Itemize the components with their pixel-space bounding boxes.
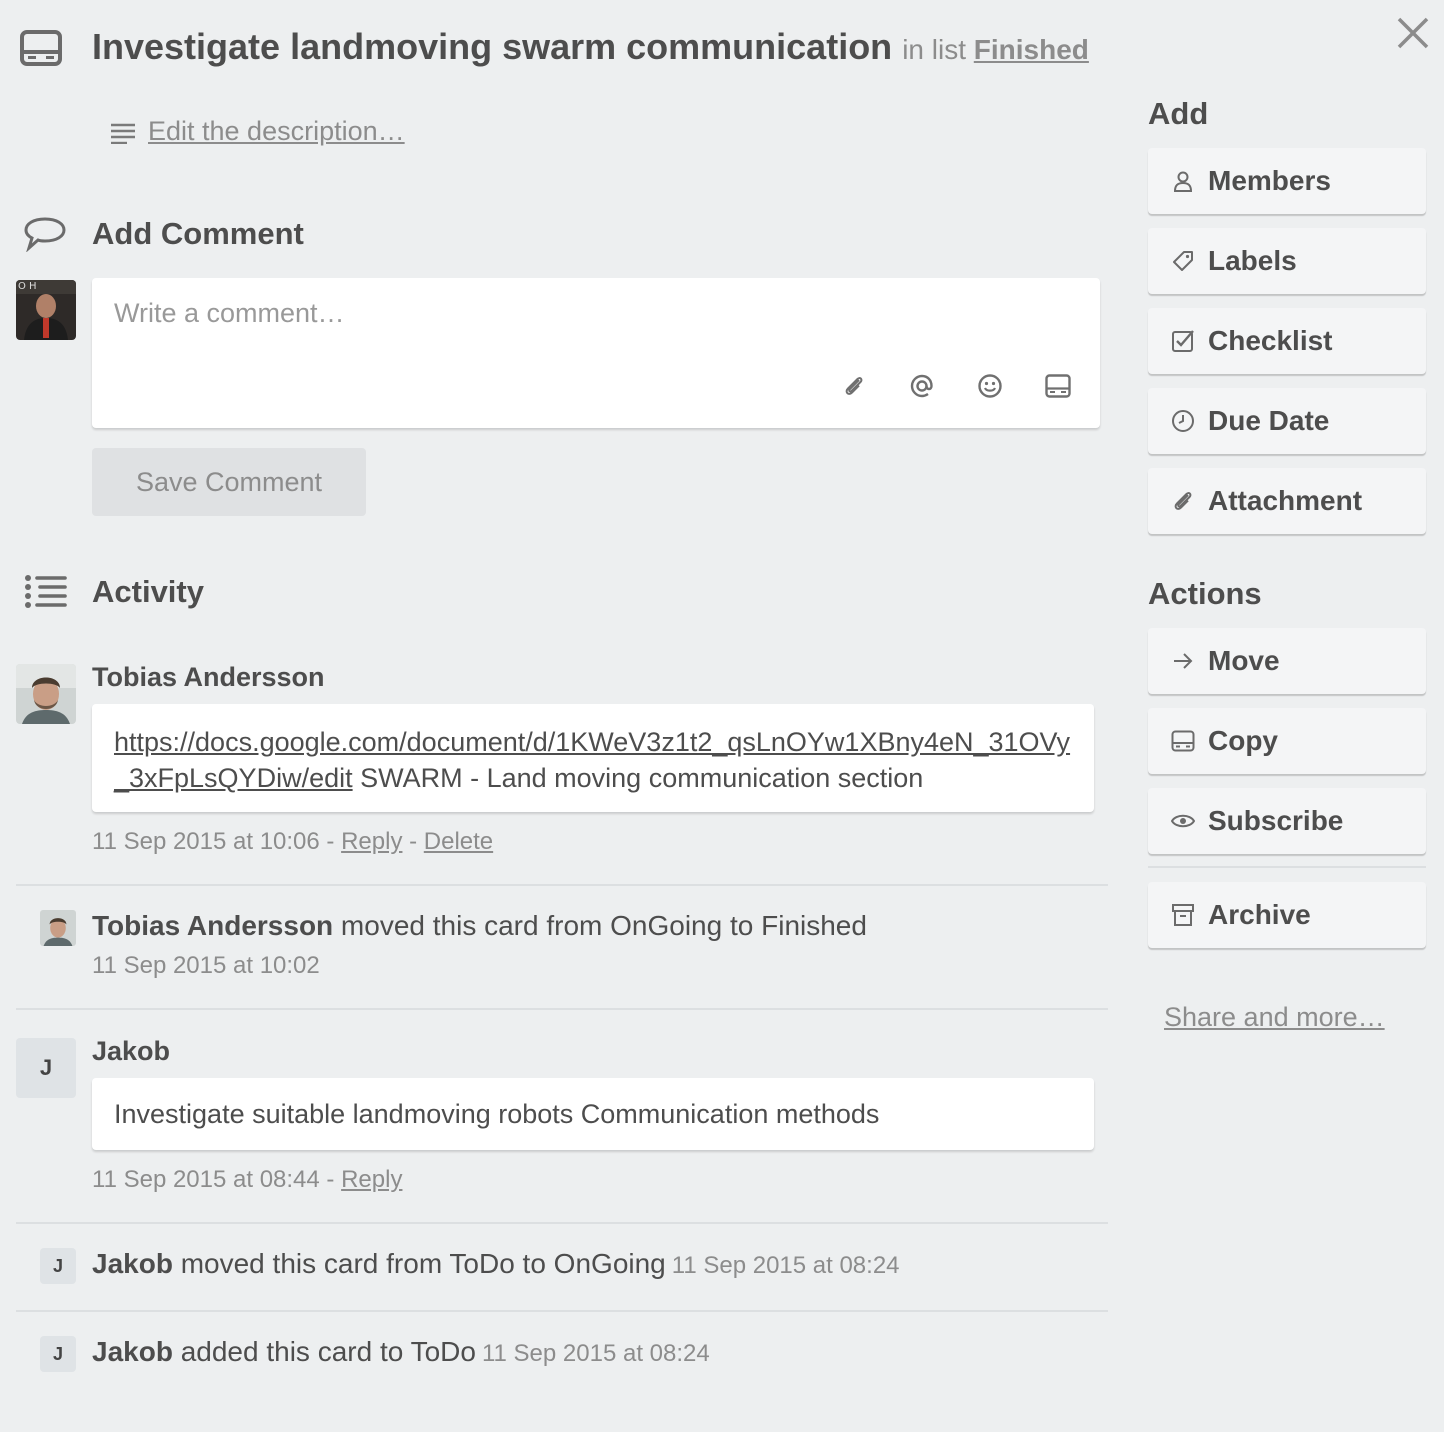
eye-icon bbox=[1170, 808, 1196, 834]
paperclip-icon[interactable] bbox=[842, 374, 866, 398]
move-button[interactable]: Move bbox=[1148, 628, 1426, 694]
comment-author[interactable]: Jakob bbox=[92, 1036, 170, 1067]
avatar-initial[interactable]: J bbox=[40, 1336, 76, 1372]
labels-button[interactable]: Labels bbox=[1148, 228, 1426, 294]
comment-icon bbox=[24, 216, 66, 252]
archive-icon bbox=[1170, 902, 1196, 928]
checkbox-icon bbox=[1170, 328, 1196, 354]
comment-text: SWARM - Land moving communication sectio… bbox=[352, 763, 924, 793]
activity-text: moved this card from ToDo to OnGoing bbox=[172, 1248, 666, 1279]
comment-input[interactable]: Write a comment… bbox=[114, 298, 345, 329]
divider bbox=[16, 884, 1108, 886]
activity-author[interactable]: Jakob bbox=[92, 1248, 173, 1279]
emoji-icon[interactable] bbox=[977, 373, 1003, 399]
divider bbox=[16, 1222, 1108, 1224]
card-icon bbox=[1170, 728, 1196, 754]
avatar[interactable]: O H bbox=[16, 280, 76, 340]
copy-label: Copy bbox=[1208, 725, 1278, 756]
save-comment-button[interactable]: Save Comment bbox=[92, 448, 366, 516]
avatar-initial[interactable]: J bbox=[16, 1038, 76, 1098]
divider bbox=[16, 1310, 1108, 1312]
move-label: Move bbox=[1208, 645, 1280, 676]
activity-timestamp[interactable]: 11 Sep 2015 at 08:24 bbox=[482, 1340, 710, 1367]
attachment-label: Attachment bbox=[1208, 485, 1363, 516]
mention-icon[interactable] bbox=[909, 373, 935, 399]
separator: - bbox=[319, 828, 342, 855]
archive-label: Archive bbox=[1208, 899, 1311, 930]
attachment-button[interactable]: Attachment bbox=[1148, 468, 1426, 534]
divider bbox=[1148, 866, 1426, 868]
due-date-button[interactable]: Due Date bbox=[1148, 388, 1426, 454]
comment-timestamp[interactable]: 11 Sep 2015 at 08:44 bbox=[92, 1166, 320, 1193]
subscribe-button[interactable]: Subscribe bbox=[1148, 788, 1426, 854]
comment-composer[interactable]: Write a comment… bbox=[92, 278, 1100, 428]
list-name-link[interactable]: Finished bbox=[974, 34, 1089, 65]
description-icon bbox=[110, 122, 136, 144]
comment-author[interactable]: Tobias Andersson bbox=[92, 662, 325, 693]
members-label: Members bbox=[1208, 165, 1331, 196]
add-card-icon[interactable] bbox=[1045, 374, 1071, 398]
person-icon bbox=[1170, 168, 1196, 194]
activity-item: Jakob added this card to ToDo 11 Sep 2015… bbox=[92, 1336, 710, 1368]
archive-button[interactable]: Archive bbox=[1148, 882, 1426, 948]
activity-timestamp[interactable]: 11 Sep 2015 at 08:24 bbox=[672, 1252, 900, 1279]
comment-meta: 11 Sep 2015 at 10:06 - Reply - Delete bbox=[92, 828, 493, 856]
checklist-button[interactable]: Checklist bbox=[1148, 308, 1426, 374]
card-title-row: Investigate landmoving swarm communicati… bbox=[92, 26, 1089, 68]
in-list-label: in list bbox=[902, 34, 966, 65]
share-and-more-link[interactable]: Share and more… bbox=[1164, 1002, 1385, 1033]
activity-heading: Activity bbox=[92, 574, 204, 609]
close-icon[interactable] bbox=[1396, 16, 1430, 50]
clock-icon bbox=[1170, 408, 1196, 434]
members-button[interactable]: Members bbox=[1148, 148, 1426, 214]
subscribe-label: Subscribe bbox=[1208, 805, 1344, 836]
comment-timestamp[interactable]: 11 Sep 2015 at 10:06 bbox=[92, 828, 320, 855]
due-date-label: Due Date bbox=[1208, 405, 1330, 436]
delete-link[interactable]: Delete bbox=[424, 828, 493, 855]
reply-link[interactable]: Reply bbox=[341, 828, 402, 855]
comment-meta: 11 Sep 2015 at 08:44 - Reply bbox=[92, 1166, 402, 1194]
add-heading: Add bbox=[1148, 96, 1209, 131]
comment-body: https://docs.google.com/document/d/1KWeV… bbox=[92, 704, 1094, 812]
avatar-initial[interactable]: J bbox=[40, 1248, 76, 1284]
activity-text: added this card to ToDo bbox=[172, 1336, 476, 1367]
divider bbox=[16, 1008, 1108, 1010]
separator: - bbox=[402, 828, 424, 855]
activity-timestamp[interactable]: 11 Sep 2015 at 10:02 bbox=[92, 952, 320, 980]
arrow-right-icon bbox=[1170, 648, 1196, 674]
tag-icon bbox=[1170, 248, 1196, 274]
activity-item: Jakob moved this card from ToDo to OnGoi… bbox=[92, 1248, 900, 1280]
activity-text: moved this card from OnGoing to Finished bbox=[333, 910, 867, 941]
svg-text:O H: O H bbox=[18, 281, 37, 292]
card-title[interactable]: Investigate landmoving swarm communicati… bbox=[92, 26, 892, 67]
edit-description-link[interactable]: Edit the description… bbox=[148, 116, 405, 147]
copy-button[interactable]: Copy bbox=[1148, 708, 1426, 774]
checklist-label: Checklist bbox=[1208, 325, 1333, 356]
activity-icon bbox=[24, 574, 68, 610]
add-comment-heading: Add Comment bbox=[92, 216, 304, 251]
avatar[interactable] bbox=[16, 664, 76, 724]
separator: - bbox=[319, 1166, 342, 1193]
card-icon bbox=[20, 30, 62, 66]
activity-item: Tobias Andersson moved this card from On… bbox=[92, 910, 867, 942]
avatar[interactable] bbox=[40, 910, 76, 946]
activity-author[interactable]: Jakob bbox=[92, 1336, 173, 1367]
paperclip-icon bbox=[1170, 488, 1196, 514]
activity-author[interactable]: Tobias Andersson bbox=[92, 910, 333, 941]
actions-heading: Actions bbox=[1148, 576, 1262, 611]
reply-link[interactable]: Reply bbox=[341, 1166, 402, 1193]
labels-label: Labels bbox=[1208, 245, 1297, 276]
comment-body: Investigate suitable landmoving robots C… bbox=[92, 1078, 1094, 1150]
